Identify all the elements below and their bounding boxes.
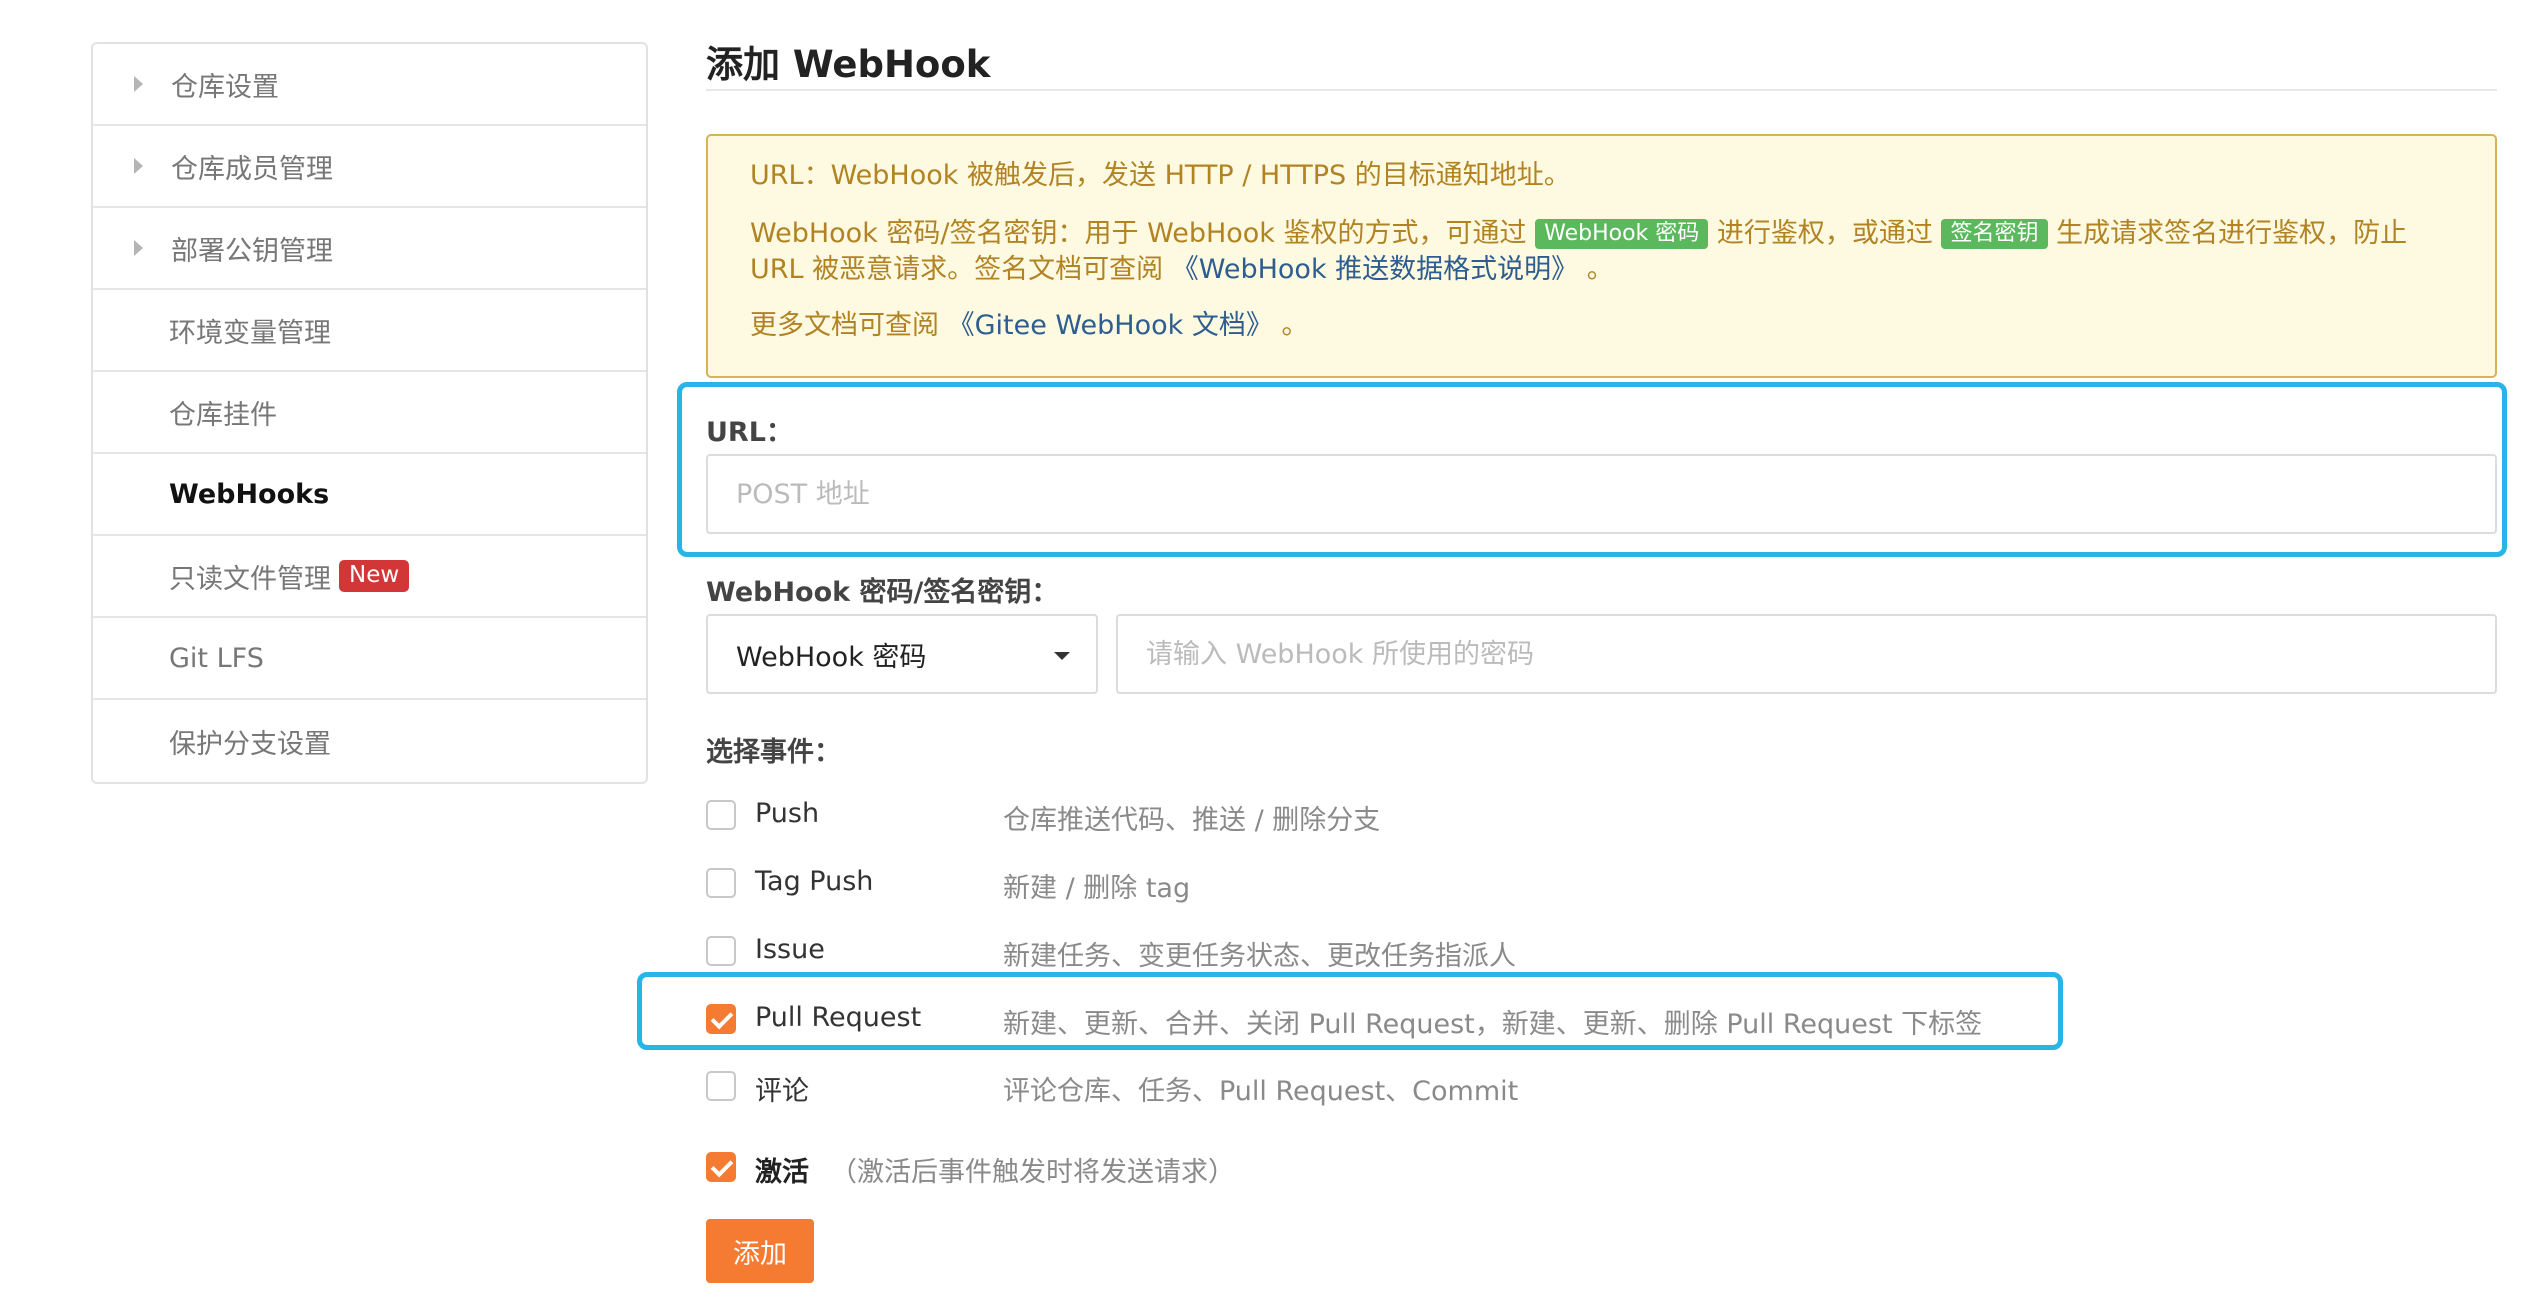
caret-down-icon xyxy=(1054,652,1070,660)
caret-right-icon xyxy=(134,240,143,256)
sidebar-item-git-lfs[interactable]: Git LFS xyxy=(93,618,646,700)
sidebar-item-webhooks[interactable]: WebHooks xyxy=(93,454,646,536)
info-notice: URL：WebHook 被触发后，发送 HTTP / HTTPS 的目标通知地址… xyxy=(706,134,2497,378)
tag-webhook-password: WebHook 密码 xyxy=(1535,219,1709,249)
checkbox-comment[interactable] xyxy=(706,1071,736,1101)
tag-sign-key: 签名密钥 xyxy=(1941,219,2048,249)
event-desc: 新建、更新、合并、关闭 Pull Request，新建、更新、删除 Pull R… xyxy=(1003,1009,1983,1040)
new-badge: New xyxy=(339,560,410,592)
sidebar-item-label: 环境变量管理 xyxy=(169,317,331,349)
event-desc: 新建任务、变更任务状态、更改任务指派人 xyxy=(1003,941,1516,972)
checkbox-issue[interactable] xyxy=(706,936,736,966)
sidebar-item-env-vars[interactable]: 环境变量管理 xyxy=(93,290,646,372)
link-gitee-webhook-doc[interactable]: 《Gitee WebHook 文档》 xyxy=(948,310,1273,341)
sidebar-item-label: 仓库挂件 xyxy=(169,399,277,431)
event-row-push: Push 仓库推送代码、推送 / 删除分支 xyxy=(706,796,2106,840)
event-row-tag-push: Tag Push 新建 / 删除 tag xyxy=(706,864,2106,908)
notice-text: WebHook 密码/签名密钥：用于 WebHook 鉴权的方式，可通过 xyxy=(750,218,1527,249)
activate-note: （激活后事件触发时将发送请求） xyxy=(830,1157,1235,1188)
events-label: 选择事件： xyxy=(706,737,841,768)
caret-right-icon xyxy=(134,158,143,174)
notice-text: 更多文档可查阅 xyxy=(750,310,939,341)
sidebar-item-members[interactable]: 仓库成员管理 xyxy=(93,126,646,208)
sidebar-item-label: 只读文件管理 xyxy=(169,563,331,595)
secret-label: WebHook 密码/签名密钥： xyxy=(706,577,1059,608)
event-row-pull-request: Pull Request 新建、更新、合并、关闭 Pull Request，新建… xyxy=(706,1000,2106,1044)
event-name: Push xyxy=(755,798,820,829)
event-desc: 仓库推送代码、推送 / 删除分支 xyxy=(1003,805,1381,836)
sidebar-item-readonly-files[interactable]: 只读文件管理 New xyxy=(93,536,646,618)
notice-text: 进行鉴权，或通过 xyxy=(1716,218,1933,249)
sidebar-item-deploy-keys[interactable]: 部署公钥管理 xyxy=(93,208,646,290)
checkbox-pull-request[interactable] xyxy=(706,1004,736,1034)
checkbox-tag-push[interactable] xyxy=(706,868,736,898)
title-divider xyxy=(706,89,2497,91)
settings-sidebar: 仓库设置 仓库成员管理 部署公钥管理 环境变量管理 仓库挂件 WebHooks … xyxy=(91,42,648,784)
page-title: 添加 WebHook xyxy=(706,43,991,86)
notice-line-secret: WebHook 密码/签名密钥：用于 WebHook 鉴权的方式，可通过 Web… xyxy=(750,216,2453,288)
notice-text: 。 xyxy=(1281,310,1309,341)
event-name: Issue xyxy=(755,934,825,965)
sidebar-item-label: WebHooks xyxy=(169,478,330,510)
sidebar-item-label: Git LFS xyxy=(169,642,264,674)
sidebar-item-label: 部署公钥管理 xyxy=(171,235,333,267)
sidebar-item-repo-settings[interactable]: 仓库设置 xyxy=(93,44,646,126)
sidebar-item-widgets[interactable]: 仓库挂件 xyxy=(93,372,646,454)
secret-type-value: WebHook 密码 xyxy=(736,641,927,673)
activate-label: 激活 xyxy=(755,1157,809,1188)
event-name: 评论 xyxy=(755,1076,809,1107)
add-webhook-button[interactable]: 添加 xyxy=(706,1219,814,1283)
checkbox-activate[interactable] xyxy=(706,1152,736,1182)
event-name: Tag Push xyxy=(755,866,874,897)
notice-line-url: URL：WebHook 被触发后，发送 HTTP / HTTPS 的目标通知地址… xyxy=(750,160,1571,191)
secret-input[interactable] xyxy=(1116,614,2497,694)
notice-text: 。 xyxy=(1586,254,1614,285)
event-desc: 评论仓库、任务、Pull Request、Commit xyxy=(1003,1076,1519,1107)
sidebar-item-protected-branches[interactable]: 保护分支设置 xyxy=(93,700,646,782)
secret-type-select[interactable]: WebHook 密码 xyxy=(706,614,1098,694)
sidebar-item-label: 保护分支设置 xyxy=(169,728,331,760)
link-push-format-doc[interactable]: 《WebHook 推送数据格式说明》 xyxy=(1172,254,1578,285)
url-label: URL： xyxy=(706,417,793,448)
sidebar-item-label: 仓库设置 xyxy=(171,71,279,103)
event-row-issue: Issue 新建任务、变更任务状态、更改任务指派人 xyxy=(706,932,2106,976)
checkbox-push[interactable] xyxy=(706,800,736,830)
event-name: Pull Request xyxy=(755,1002,922,1033)
event-desc: 新建 / 删除 tag xyxy=(1003,873,1191,904)
caret-right-icon xyxy=(134,76,143,92)
activate-row: 激活 （激活后事件触发时将发送请求） xyxy=(706,1148,1606,1192)
sidebar-item-label: 仓库成员管理 xyxy=(171,153,333,185)
notice-line-docs: 更多文档可查阅 《Gitee WebHook 文档》 。 xyxy=(750,308,2453,344)
event-row-comment: 评论 评论仓库、任务、Pull Request、Commit xyxy=(706,1067,2106,1111)
url-input[interactable] xyxy=(706,454,2497,534)
